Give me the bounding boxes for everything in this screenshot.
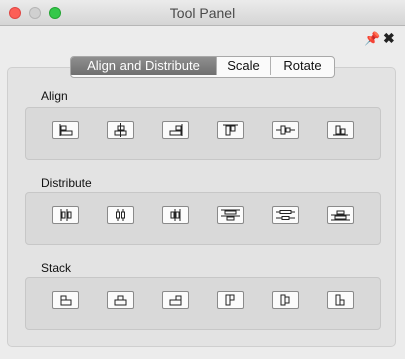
align-right-icon — [169, 124, 183, 136]
distribute-bottom-button[interactable] — [327, 206, 354, 224]
align-center-vertical-icon — [276, 125, 295, 135]
stack-bottom-button[interactable] — [327, 291, 354, 309]
align-top-button[interactable] — [217, 121, 244, 139]
stack-left-button[interactable] — [52, 291, 79, 309]
distribute-right-button[interactable] — [162, 206, 189, 224]
tool-panel-window: Tool Panel 📌 ✖ Align and Distribute Scal… — [0, 0, 405, 359]
stack-section-label: Stack — [41, 261, 72, 275]
distribute-bottom-icon — [331, 210, 350, 221]
stack-center-icon — [114, 295, 127, 306]
stack-middle-button[interactable] — [272, 291, 299, 309]
align-center-horizontal-button[interactable] — [107, 121, 134, 139]
distribute-top-button[interactable] — [217, 206, 244, 224]
distribute-left-icon — [60, 209, 72, 221]
stack-top-icon — [225, 294, 235, 306]
pin-icon[interactable]: 📌 — [364, 31, 380, 47]
distribute-center-vertical-icon — [276, 210, 295, 220]
tab-align-and-distribute[interactable]: Align and Distribute — [71, 57, 216, 75]
distribute-section-label: Distribute — [41, 176, 92, 190]
align-bottom-button[interactable] — [327, 121, 354, 139]
tab-rotate[interactable]: Rotate — [270, 57, 334, 75]
distribute-right-icon — [170, 209, 181, 221]
distribute-center-horizontal-button[interactable] — [107, 206, 134, 224]
distribute-center-vertical-button[interactable] — [272, 206, 299, 224]
stack-right-button[interactable] — [162, 291, 189, 309]
stack-bottom-icon — [335, 294, 345, 306]
stack-button-group — [25, 277, 381, 330]
title-bar: Tool Panel — [0, 0, 405, 26]
stack-middle-icon — [280, 294, 290, 306]
distribute-button-group — [25, 192, 381, 245]
align-right-button[interactable] — [162, 121, 189, 139]
align-left-button[interactable] — [52, 121, 79, 139]
align-top-icon — [223, 124, 238, 136]
stack-top-button[interactable] — [217, 291, 244, 309]
align-center-horizontal-icon — [114, 123, 127, 137]
align-left-icon — [59, 124, 73, 136]
window-title: Tool Panel — [169, 5, 236, 21]
align-section-label: Align — [41, 89, 68, 103]
stack-left-icon — [60, 295, 72, 306]
stack-right-icon — [169, 295, 182, 306]
align-center-vertical-button[interactable] — [272, 121, 299, 139]
close-icon[interactable]: ✖ — [383, 30, 395, 47]
align-button-group — [25, 107, 381, 160]
tab-scale[interactable]: Scale — [216, 57, 270, 75]
distribute-top-icon — [221, 209, 240, 221]
tab-bar: Align and Distribute Scale Rotate — [70, 56, 335, 78]
distribute-left-button[interactable] — [52, 206, 79, 224]
distribute-center-horizontal-icon — [116, 209, 125, 221]
align-bottom-icon — [333, 125, 348, 136]
stack-center-button[interactable] — [107, 291, 134, 309]
